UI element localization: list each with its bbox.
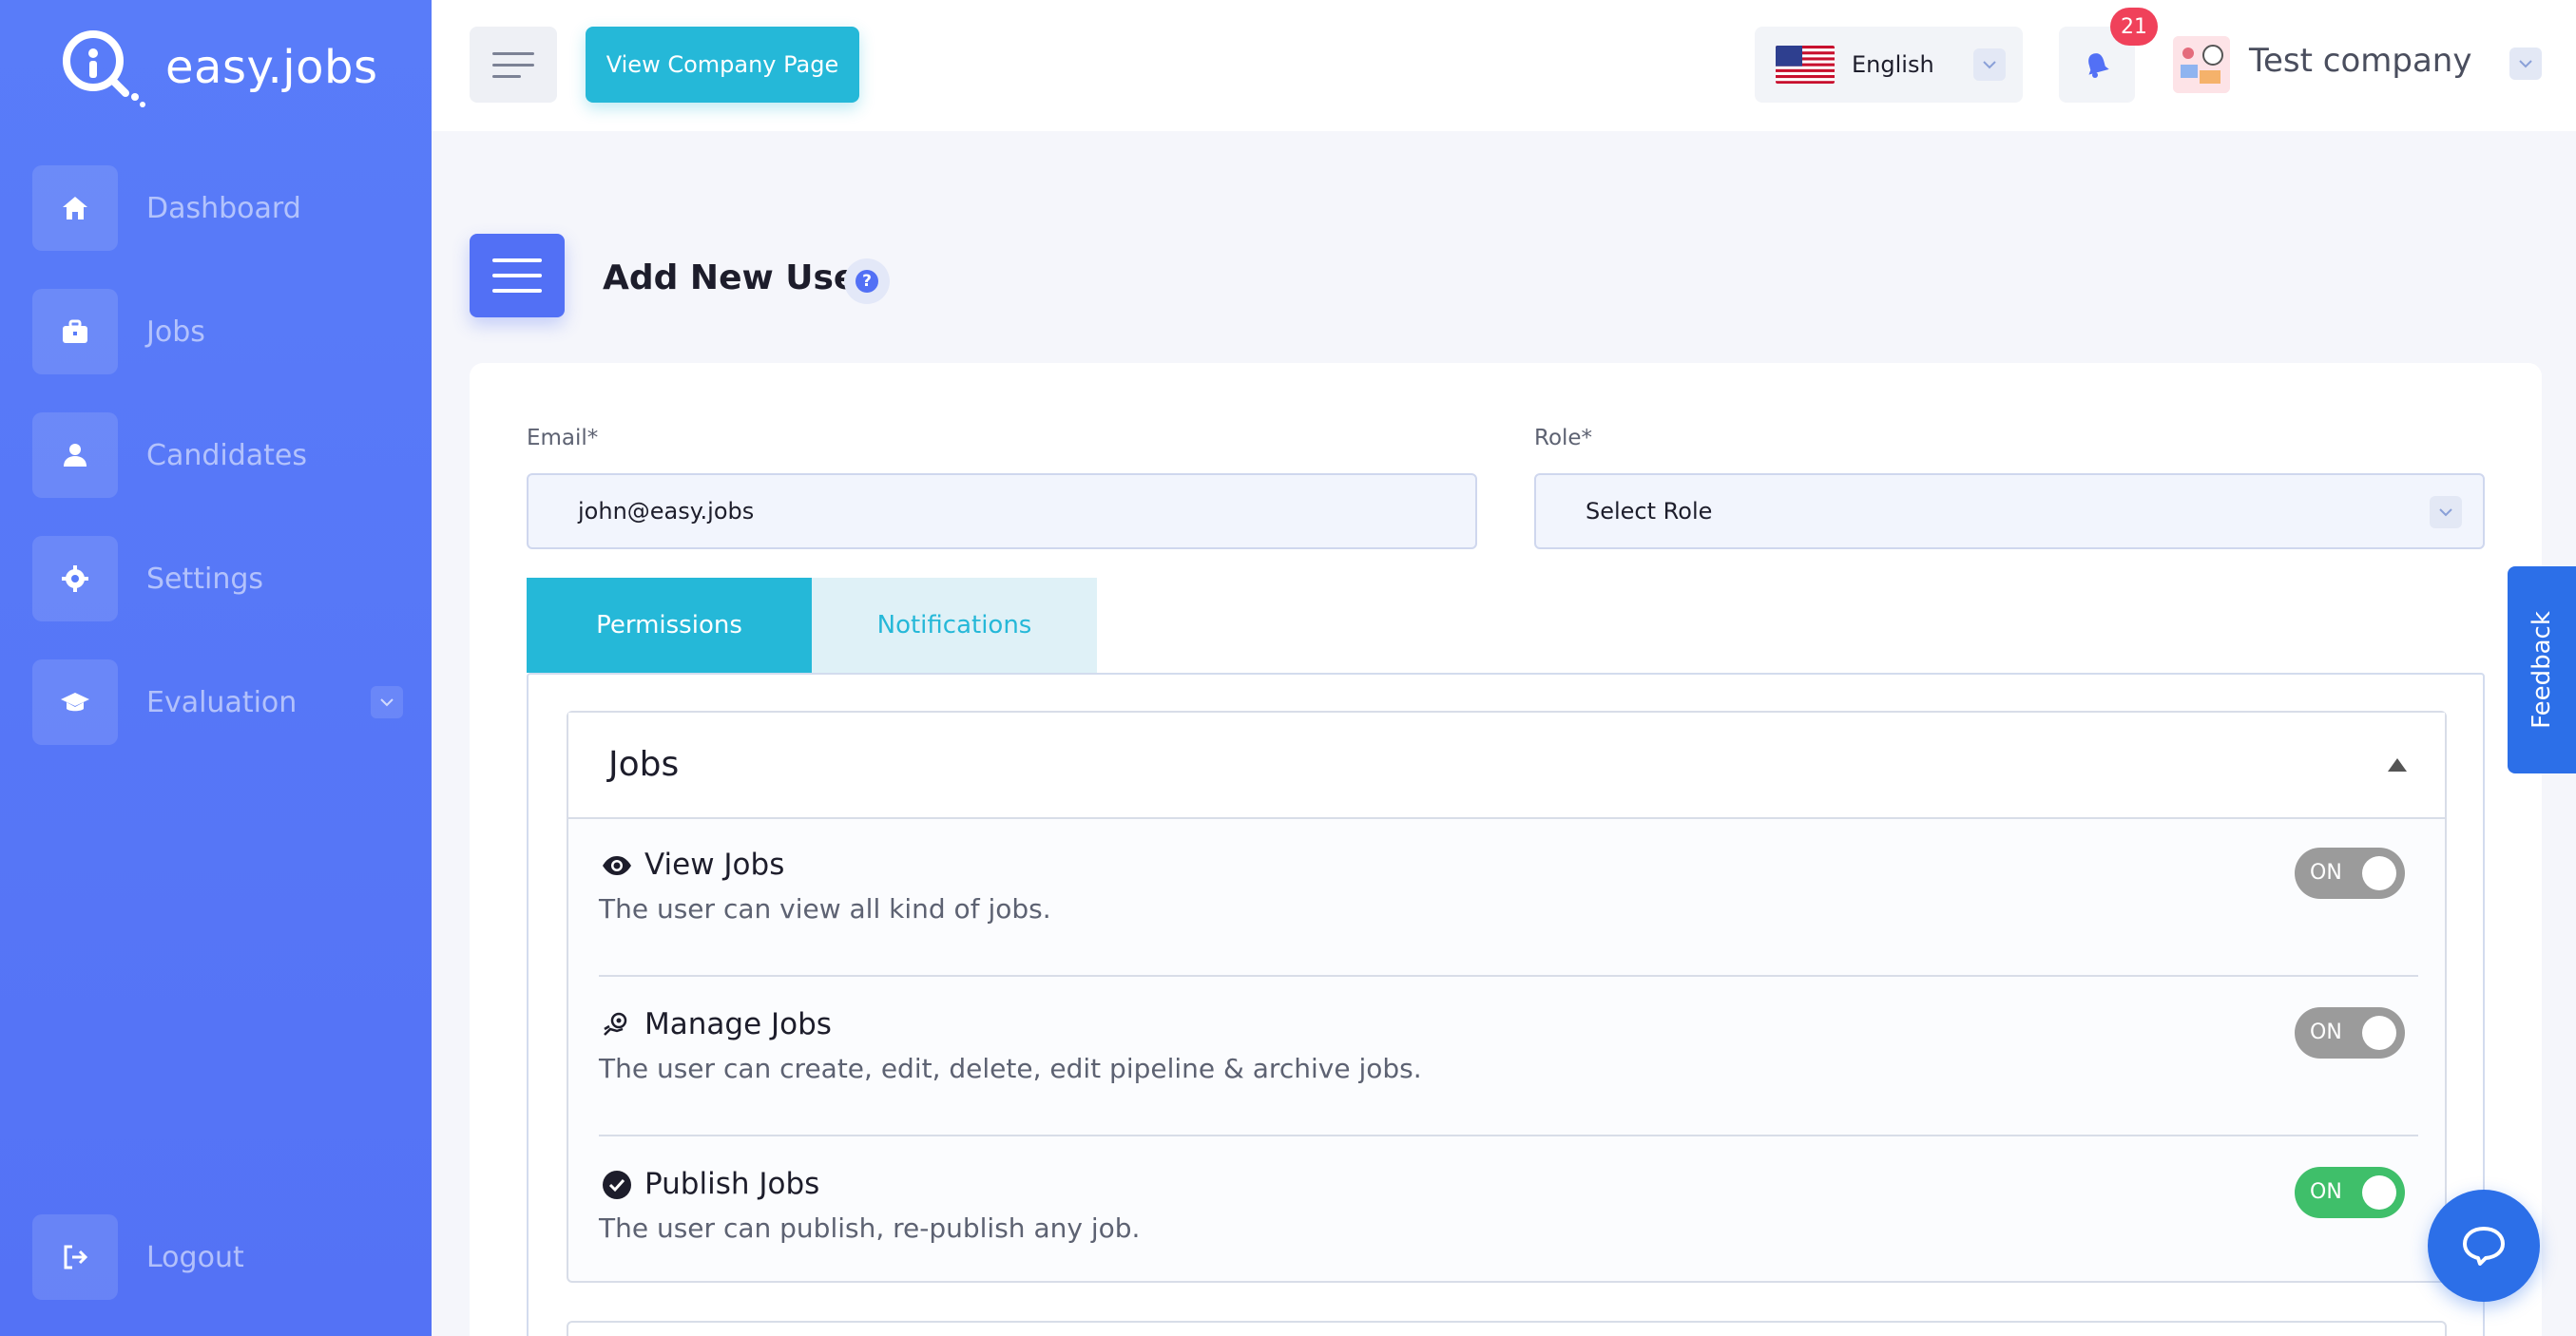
- toggle-knob: [2362, 1016, 2396, 1050]
- menu-line: [492, 74, 521, 78]
- permission-title: View Jobs: [644, 848, 785, 882]
- role-select-value: Select Role: [1586, 498, 1713, 525]
- eye-icon: [601, 849, 633, 882]
- topbar: View Company Page English 21 Test compan…: [432, 0, 2576, 131]
- menu-line: [492, 63, 534, 67]
- sidebar-item-jobs[interactable]: Jobs: [32, 289, 403, 374]
- view-jobs-toggle[interactable]: ON: [2295, 848, 2405, 899]
- chevron-down-icon[interactable]: [371, 686, 403, 718]
- help-button[interactable]: ?: [844, 258, 890, 304]
- manage-hand-icon: [601, 1009, 633, 1041]
- sidebar-toggle-button[interactable]: [470, 27, 557, 103]
- role-select[interactable]: Select Role: [1534, 473, 2485, 549]
- chevron-down-icon: [2509, 48, 2542, 80]
- manage-jobs-toggle[interactable]: ON: [2295, 1007, 2405, 1059]
- menu-line: [492, 289, 542, 293]
- email-field[interactable]: john@easy.jobs: [527, 473, 1477, 549]
- briefcase-icon: [32, 289, 118, 374]
- sidebar-item-label: Evaluation: [146, 685, 298, 719]
- user-icon: [32, 412, 118, 498]
- language-label: English: [1852, 51, 1934, 78]
- feedback-tab[interactable]: Feedback: [2508, 566, 2576, 773]
- chevron-down-icon: [1973, 48, 2006, 81]
- check-circle-icon: [601, 1169, 633, 1201]
- sidebar-item-label: Settings: [146, 562, 264, 596]
- permission-row-publish-jobs: Publish Jobs The user can publish, re-pu…: [599, 1138, 2418, 1296]
- logo-icon: [55, 25, 150, 110]
- question-icon: ?: [855, 270, 878, 293]
- permission-description: The user can create, edit, delete, edit …: [599, 1053, 1422, 1084]
- chat-icon: [2463, 1227, 2505, 1266]
- sidebar-item-dashboard[interactable]: Dashboard: [32, 165, 403, 251]
- tab-permissions[interactable]: Permissions: [527, 578, 812, 673]
- feedback-label: Feedback: [2528, 611, 2557, 729]
- tab-notifications[interactable]: Notifications: [812, 578, 1097, 673]
- jobs-permission-section: Jobs View Jobs The user can view all kin…: [567, 711, 2447, 1283]
- publish-jobs-toggle[interactable]: ON: [2295, 1167, 2405, 1218]
- view-company-page-button[interactable]: View Company Page: [586, 27, 859, 103]
- us-flag-icon: [1776, 46, 1835, 84]
- menu-line: [492, 51, 534, 55]
- sidebar-item-logout[interactable]: Logout: [32, 1214, 403, 1300]
- email-label: Email*: [527, 426, 599, 450]
- toggle-label: ON: [2310, 861, 2342, 885]
- company-name: Test company: [2249, 42, 2472, 80]
- brand-name: easy.jobs: [165, 41, 378, 94]
- menu-line: [492, 274, 542, 277]
- language-selector[interactable]: English: [1755, 27, 2023, 103]
- permission-title: Manage Jobs: [644, 1007, 832, 1041]
- toggle-label: ON: [2310, 1021, 2342, 1044]
- permission-row-manage-jobs: Manage Jobs The user can create, edit, d…: [599, 979, 2418, 1136]
- sidebar: easy.jobs Dashboard Jobs Candidates Sett…: [0, 0, 432, 1336]
- notification-count-badge: 21: [2110, 8, 2158, 46]
- toggle-label: ON: [2310, 1180, 2342, 1204]
- permission-description: The user can publish, re-publish any job…: [599, 1212, 1141, 1244]
- logout-icon: [32, 1214, 118, 1300]
- sidebar-item-candidates[interactable]: Candidates: [32, 412, 403, 498]
- page-menu-button[interactable]: [470, 234, 565, 317]
- role-label: Role*: [1534, 426, 1593, 450]
- bell-icon: [2088, 53, 2109, 78]
- home-icon: [32, 165, 118, 251]
- company-avatar: [2173, 36, 2230, 93]
- next-permission-section: [567, 1321, 2447, 1336]
- brand-logo[interactable]: easy.jobs: [55, 25, 377, 110]
- graduation-cap-icon: [32, 659, 118, 745]
- sidebar-item-evaluation[interactable]: Evaluation: [32, 659, 403, 745]
- gear-icon: [32, 536, 118, 621]
- sidebar-item-label: Logout: [146, 1240, 244, 1274]
- permission-row-view-jobs: View Jobs The user can view all kind of …: [599, 819, 2418, 977]
- sidebar-item-settings[interactable]: Settings: [32, 536, 403, 621]
- permission-description: The user can view all kind of jobs.: [599, 893, 1051, 925]
- permission-title: Publish Jobs: [644, 1167, 820, 1201]
- sidebar-item-label: Candidates: [146, 438, 307, 472]
- menu-line: [492, 258, 542, 262]
- sidebar-item-label: Dashboard: [146, 191, 301, 225]
- toggle-knob: [2362, 1175, 2396, 1210]
- collapse-arrow-icon[interactable]: [2388, 758, 2407, 772]
- page-title: Add New User: [603, 258, 875, 297]
- chat-button[interactable]: [2428, 1190, 2540, 1302]
- chevron-down-icon: [2430, 496, 2462, 528]
- section-header[interactable]: Jobs: [568, 713, 2445, 819]
- sidebar-item-label: Jobs: [146, 315, 205, 349]
- section-title: Jobs: [608, 745, 680, 784]
- toggle-knob: [2362, 856, 2396, 890]
